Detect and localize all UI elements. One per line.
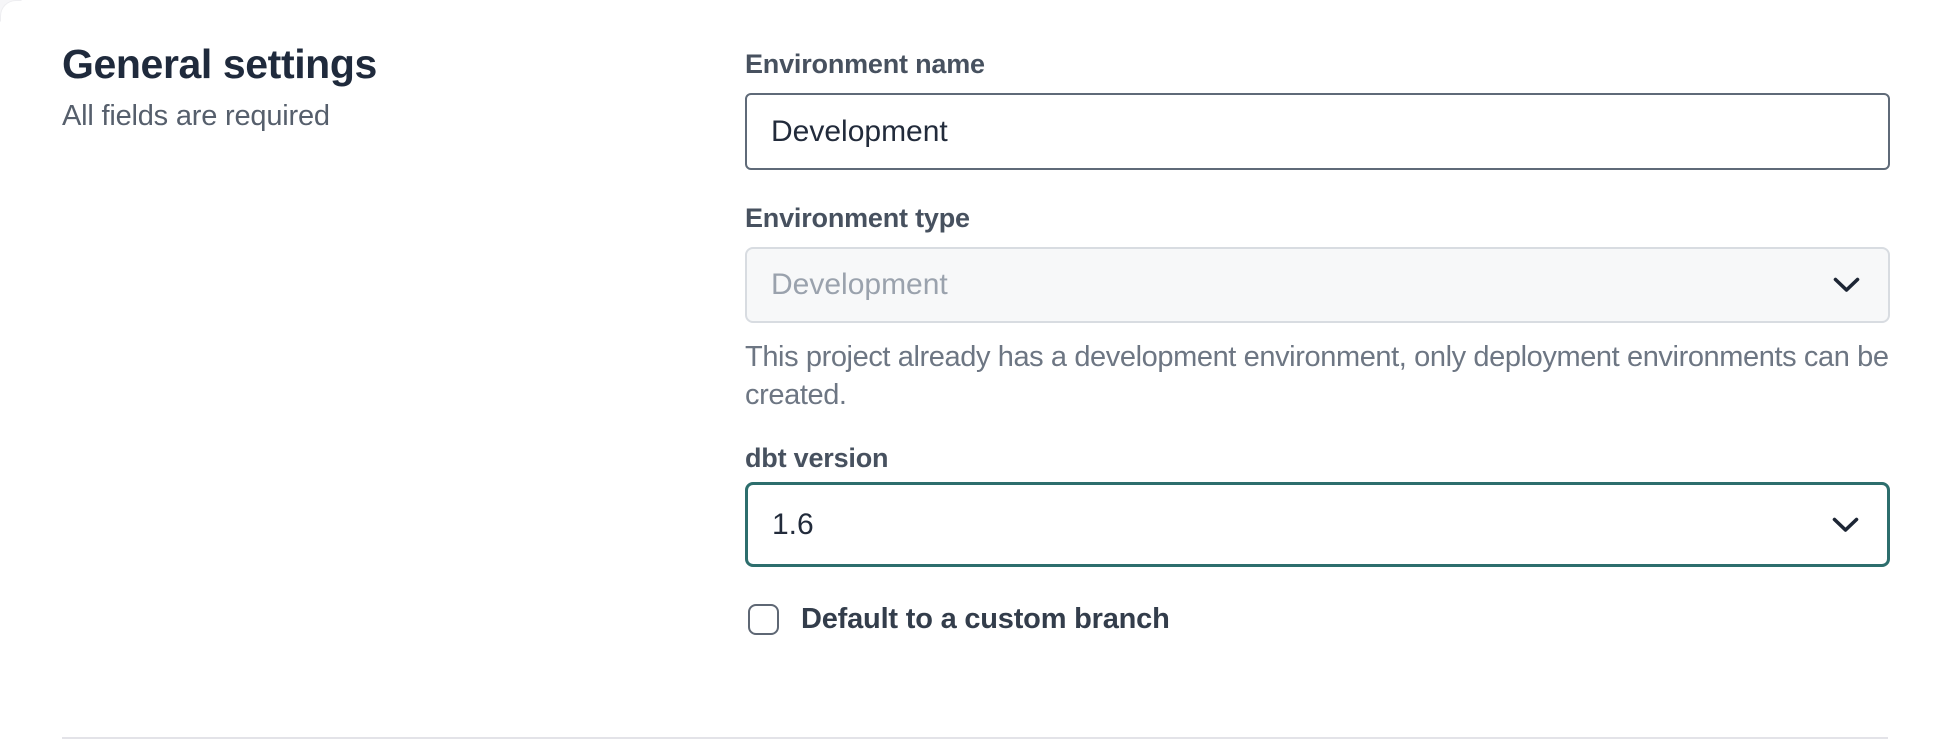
card-corner bbox=[0, 0, 22, 22]
chevron-down-icon bbox=[1832, 516, 1859, 533]
dbt-version-value: 1.6 bbox=[772, 508, 814, 542]
environment-type-select: Development bbox=[745, 247, 1890, 323]
environment-name-label: Environment name bbox=[745, 48, 1890, 80]
environment-type-helper-text: This project already has a development e… bbox=[745, 338, 1895, 414]
dbt-version-select[interactable]: 1.6 bbox=[745, 482, 1890, 567]
custom-branch-checkbox[interactable] bbox=[748, 604, 779, 635]
section-intro: General settings All fields are required bbox=[62, 40, 622, 133]
environment-type-label: Environment type bbox=[745, 202, 1890, 234]
section-divider bbox=[62, 737, 1888, 739]
general-settings-panel: General settings All fields are required… bbox=[0, 0, 1958, 740]
environment-type-value: Development bbox=[771, 268, 948, 302]
page-subtitle: All fields are required bbox=[62, 100, 622, 133]
chevron-down-icon bbox=[1833, 277, 1860, 294]
dbt-version-field: dbt version 1.6 bbox=[745, 442, 1890, 567]
environment-name-input[interactable] bbox=[745, 93, 1890, 170]
dbt-version-label: dbt version bbox=[745, 442, 1890, 474]
custom-branch-row[interactable]: Default to a custom branch bbox=[745, 603, 1890, 636]
custom-branch-label[interactable]: Default to a custom branch bbox=[801, 603, 1170, 636]
environment-type-field: Environment type Development This projec… bbox=[745, 202, 1890, 414]
page-title: General settings bbox=[62, 40, 622, 88]
general-settings-form: Environment name Environment type Develo… bbox=[745, 0, 1890, 636]
environment-name-field: Environment name bbox=[745, 48, 1890, 170]
